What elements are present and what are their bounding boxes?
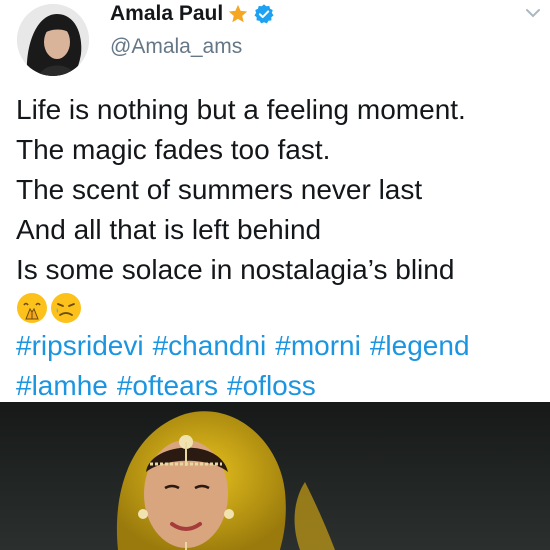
hashtag-link[interactable]: #chandni [153, 330, 267, 361]
display-name[interactable]: Amala Paul [110, 2, 223, 26]
hashtag-link[interactable]: #oftears [117, 370, 218, 401]
chevron-down-icon[interactable] [524, 6, 542, 20]
user-handle[interactable]: @Amala_ams [110, 35, 242, 59]
hashtag-link[interactable]: #ofloss [227, 370, 316, 401]
avatar[interactable] [17, 4, 89, 76]
tweet-line: Life is nothing but a feeling moment. [16, 94, 466, 125]
hashtag-link[interactable]: #lamhe [16, 370, 108, 401]
star-icon [227, 3, 249, 25]
folded-hands-emoji-icon [16, 292, 48, 324]
photo-still-icon [0, 402, 550, 550]
tweet-line: And all that is left behind [16, 214, 322, 245]
tweet-header: Amala Paul @Amala_ams [0, 0, 550, 80]
hashtag-link[interactable]: #ripsridevi [16, 330, 144, 361]
hashtag-link[interactable]: #legend [370, 330, 470, 361]
hashtag-list: #ripsridevi #chandni #morni #legend #lamhe #o… [16, 326, 546, 406]
name-row: Amala Paul [110, 2, 275, 26]
tweet-body: Life is nothing but a feeling moment. Th… [16, 90, 546, 406]
verified-icon [253, 3, 275, 25]
media-photo[interactable] [0, 402, 550, 550]
crying-face-emoji-icon [50, 292, 82, 324]
tweet-line: The magic fades too fast. [16, 134, 331, 165]
hashtag-link[interactable]: #morni [275, 330, 361, 361]
tweet-line: The scent of summers never last [16, 174, 423, 205]
emoji-row [16, 290, 546, 326]
tweet-line: Is some solace in nostalagia’s blind [16, 254, 455, 285]
